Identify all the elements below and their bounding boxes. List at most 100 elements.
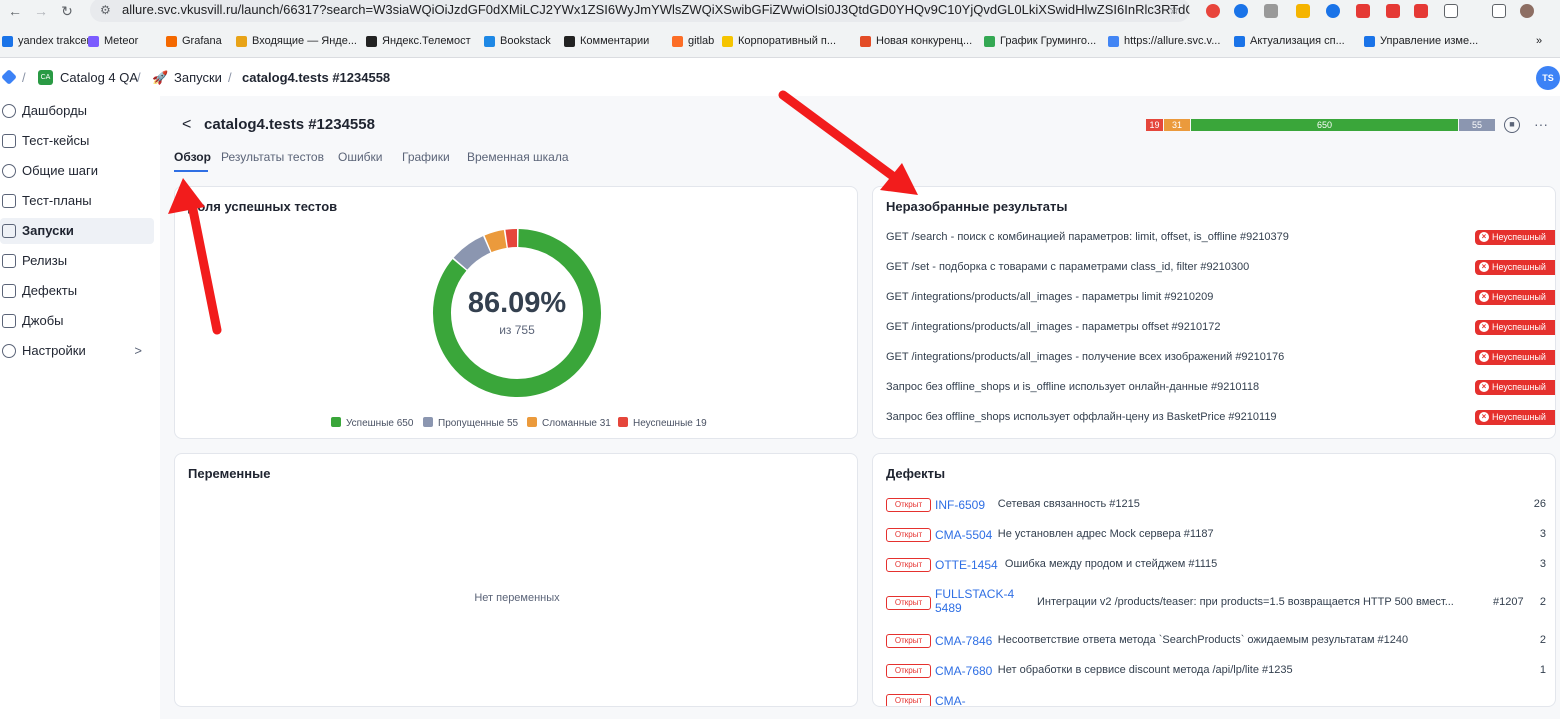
extension-icon[interactable] [1326,4,1340,18]
card-title: Переменные [188,466,271,481]
table-row[interactable]: Открыт CMA-7680 Нет обработки в сервисе di… [886,661,1546,681]
bookmark-item[interactable]: Корпоративный п... [722,32,836,50]
back-arrow-icon[interactable]: ← [6,2,24,20]
list-item[interactable]: GET /integrations/products/all_images - … [886,347,1555,367]
extension-icon[interactable] [1234,4,1248,18]
table-row[interactable]: Открыт FULLSTACK-45489 Интеграции v2 /prod… [886,587,1546,615]
box-icon [2,254,16,268]
more-menu-icon[interactable]: ··· [1534,116,1548,132]
legend-passed[interactable]: Успешные 650 [331,417,413,429]
table-row[interactable]: Открыт CMA-7846 Несоответствие ответа мето… [886,631,1546,651]
sidebar-item-2[interactable]: Общие шаги [0,158,154,184]
bookmark-star-icon[interactable]: ☆ [1168,0,1180,22]
status-badge: × Неуспешный [1475,410,1555,425]
shield-icon[interactable] [1264,4,1278,18]
extension-icon[interactable] [1296,4,1310,18]
stat-skipped[interactable]: 55 [1459,119,1495,131]
list-item[interactable]: Запрос без offline_shops и is_offline ис… [886,377,1555,397]
bookmark-item[interactable]: Meteor [88,32,138,50]
extension-icon[interactable] [1386,4,1400,18]
sidebar-item-0[interactable]: Дашборды [0,98,154,124]
bookmark-item[interactable]: Яндекс.Телемост [366,32,471,50]
puzzle-icon[interactable] [1444,4,1458,18]
sidebar-item-6[interactable]: Дефекты [0,278,154,304]
defect-id: #1207 [1493,596,1524,608]
sidebar-item-4[interactable]: Запуски [0,218,154,244]
sidebar-item-7[interactable]: Джобы [0,308,154,334]
legend-failed[interactable]: Неуспешные 19 [618,417,707,429]
forward-arrow-icon[interactable]: → [32,2,50,20]
donut-segment-Неуспешные[interactable] [505,229,518,248]
site-settings-icon[interactable]: ⚙ [100,0,111,22]
status-label: Неуспешный [1492,232,1546,242]
bookmark-item[interactable]: Актуализация сп... [1234,32,1345,50]
pdf-icon[interactable] [1414,4,1428,18]
tab-errors[interactable]: Ошибки [338,150,383,164]
bookmark-item[interactable]: Новая конкуренц... [860,32,972,50]
reload-icon[interactable]: ↻ [58,2,76,20]
legend-label: Неуспешные 19 [633,418,707,429]
sidebar-item-label: Тест-планы [22,193,92,208]
defect-key-link[interactable]: CMA-7680 [935,664,992,678]
sidebar-item-3[interactable]: Тест-планы [0,188,154,214]
bookmark-item[interactable]: График Груминго... [984,32,1096,50]
bookmark-label: Корпоративный п... [738,35,837,47]
sidebar-item-label: Дефекты [22,283,78,298]
donut-segment-Сломанные[interactable] [484,230,507,253]
defect-key-link[interactable]: OTTE-1454 [935,558,998,572]
list-item[interactable]: Запрос без offline_shops использует оффл… [886,407,1555,427]
list-item[interactable]: GET /integrations/products/all_images - … [886,287,1555,307]
bookmark-item[interactable]: https://allure.svc.v... [1108,32,1220,50]
bookmark-item[interactable]: Grafana [166,32,222,50]
status-badge: Открыт [886,558,931,572]
sidebar-item-5[interactable]: Релизы [0,248,154,274]
bookmark-item[interactable]: Входящие — Янде... [236,32,357,50]
avatar[interactable]: TS [1536,66,1560,90]
defect-key-link[interactable]: CMA-5504 [935,528,992,542]
stat-broken[interactable]: 31 [1164,119,1190,131]
tab-test-results[interactable]: Результаты тестов [221,150,324,164]
table-row[interactable]: Открыт CMA- [886,691,1546,706]
defect-key-link[interactable]: INF-6509 [935,498,985,512]
defect-key-link[interactable]: CMA-7846 [935,634,992,648]
back-button[interactable]: < [182,116,191,134]
profile-icon[interactable] [1520,4,1534,18]
allure-logo-icon[interactable] [1,69,17,85]
status-badge: × Неуспешный [1475,380,1555,395]
table-row[interactable]: Открыт CMA-5504 Не установлен адрес Mock с… [886,525,1546,545]
tab-overview[interactable]: Обзор [174,150,211,164]
list-item[interactable]: GET /set - подборка с товарами с парамет… [886,257,1555,277]
list-item[interactable]: GET /search - поиск с комбинацией параме… [886,227,1555,247]
bookmark-label: gitlab [688,35,715,47]
breadcrumb-launches[interactable]: Запуски [174,70,222,85]
bookmark-item[interactable]: Комментарии [564,32,649,50]
table-row[interactable]: Открыт INF-6509 Сетевая связанность #1215 2… [886,495,1546,515]
list-item[interactable]: GET /integrations/products/all_images - … [886,317,1555,337]
sidebar-item-8[interactable]: Настройки > [0,338,154,364]
bookmark-item[interactable]: Bookstack [484,32,551,50]
table-row[interactable]: Открыт OTTE-1454 Ошибка между продом и сте… [886,555,1546,575]
defect-key-link[interactable]: CMA- [935,694,966,706]
tab-graphs[interactable]: Графики [402,150,450,164]
status-label: Неуспешный [1492,262,1546,272]
breadcrumb-project[interactable]: Catalog 4 QA [60,70,138,85]
tab-timeline[interactable]: Временная шкала [467,150,569,164]
bookmarks-bar: yandex trakcer Meteor Grafana Входящие — Ян… [0,28,1560,54]
bookmark-favicon-icon [722,36,733,47]
stop-icon[interactable]: ■ [1504,117,1520,133]
sidebar-item-1[interactable]: Тест-кейсы [0,128,154,154]
stat-passed[interactable]: 650 [1191,119,1458,131]
bookmark-item[interactable]: Управление изме... [1364,32,1478,50]
legend-skipped[interactable]: Пропущенные 55 [423,417,518,429]
donut-segment-Пропущенные[interactable] [453,236,491,270]
bookmarks-overflow[interactable]: » [1536,32,1542,50]
legend-broken[interactable]: Сломанные 31 [527,417,611,429]
bookmark-item[interactable]: yandex trakcer [2,32,90,50]
extension-icon[interactable] [1206,4,1220,18]
pdf-icon[interactable] [1356,4,1370,18]
defect-key-link[interactable]: FULLSTACK-45489 [935,587,1015,615]
bookmark-item[interactable]: gitlab [672,32,714,50]
stat-failed[interactable]: 19 [1146,119,1163,131]
playlist-icon[interactable] [1492,4,1506,18]
address-bar[interactable]: ⚙ allure.svc.vkusvill.ru/launch/66317?se… [90,0,1190,22]
